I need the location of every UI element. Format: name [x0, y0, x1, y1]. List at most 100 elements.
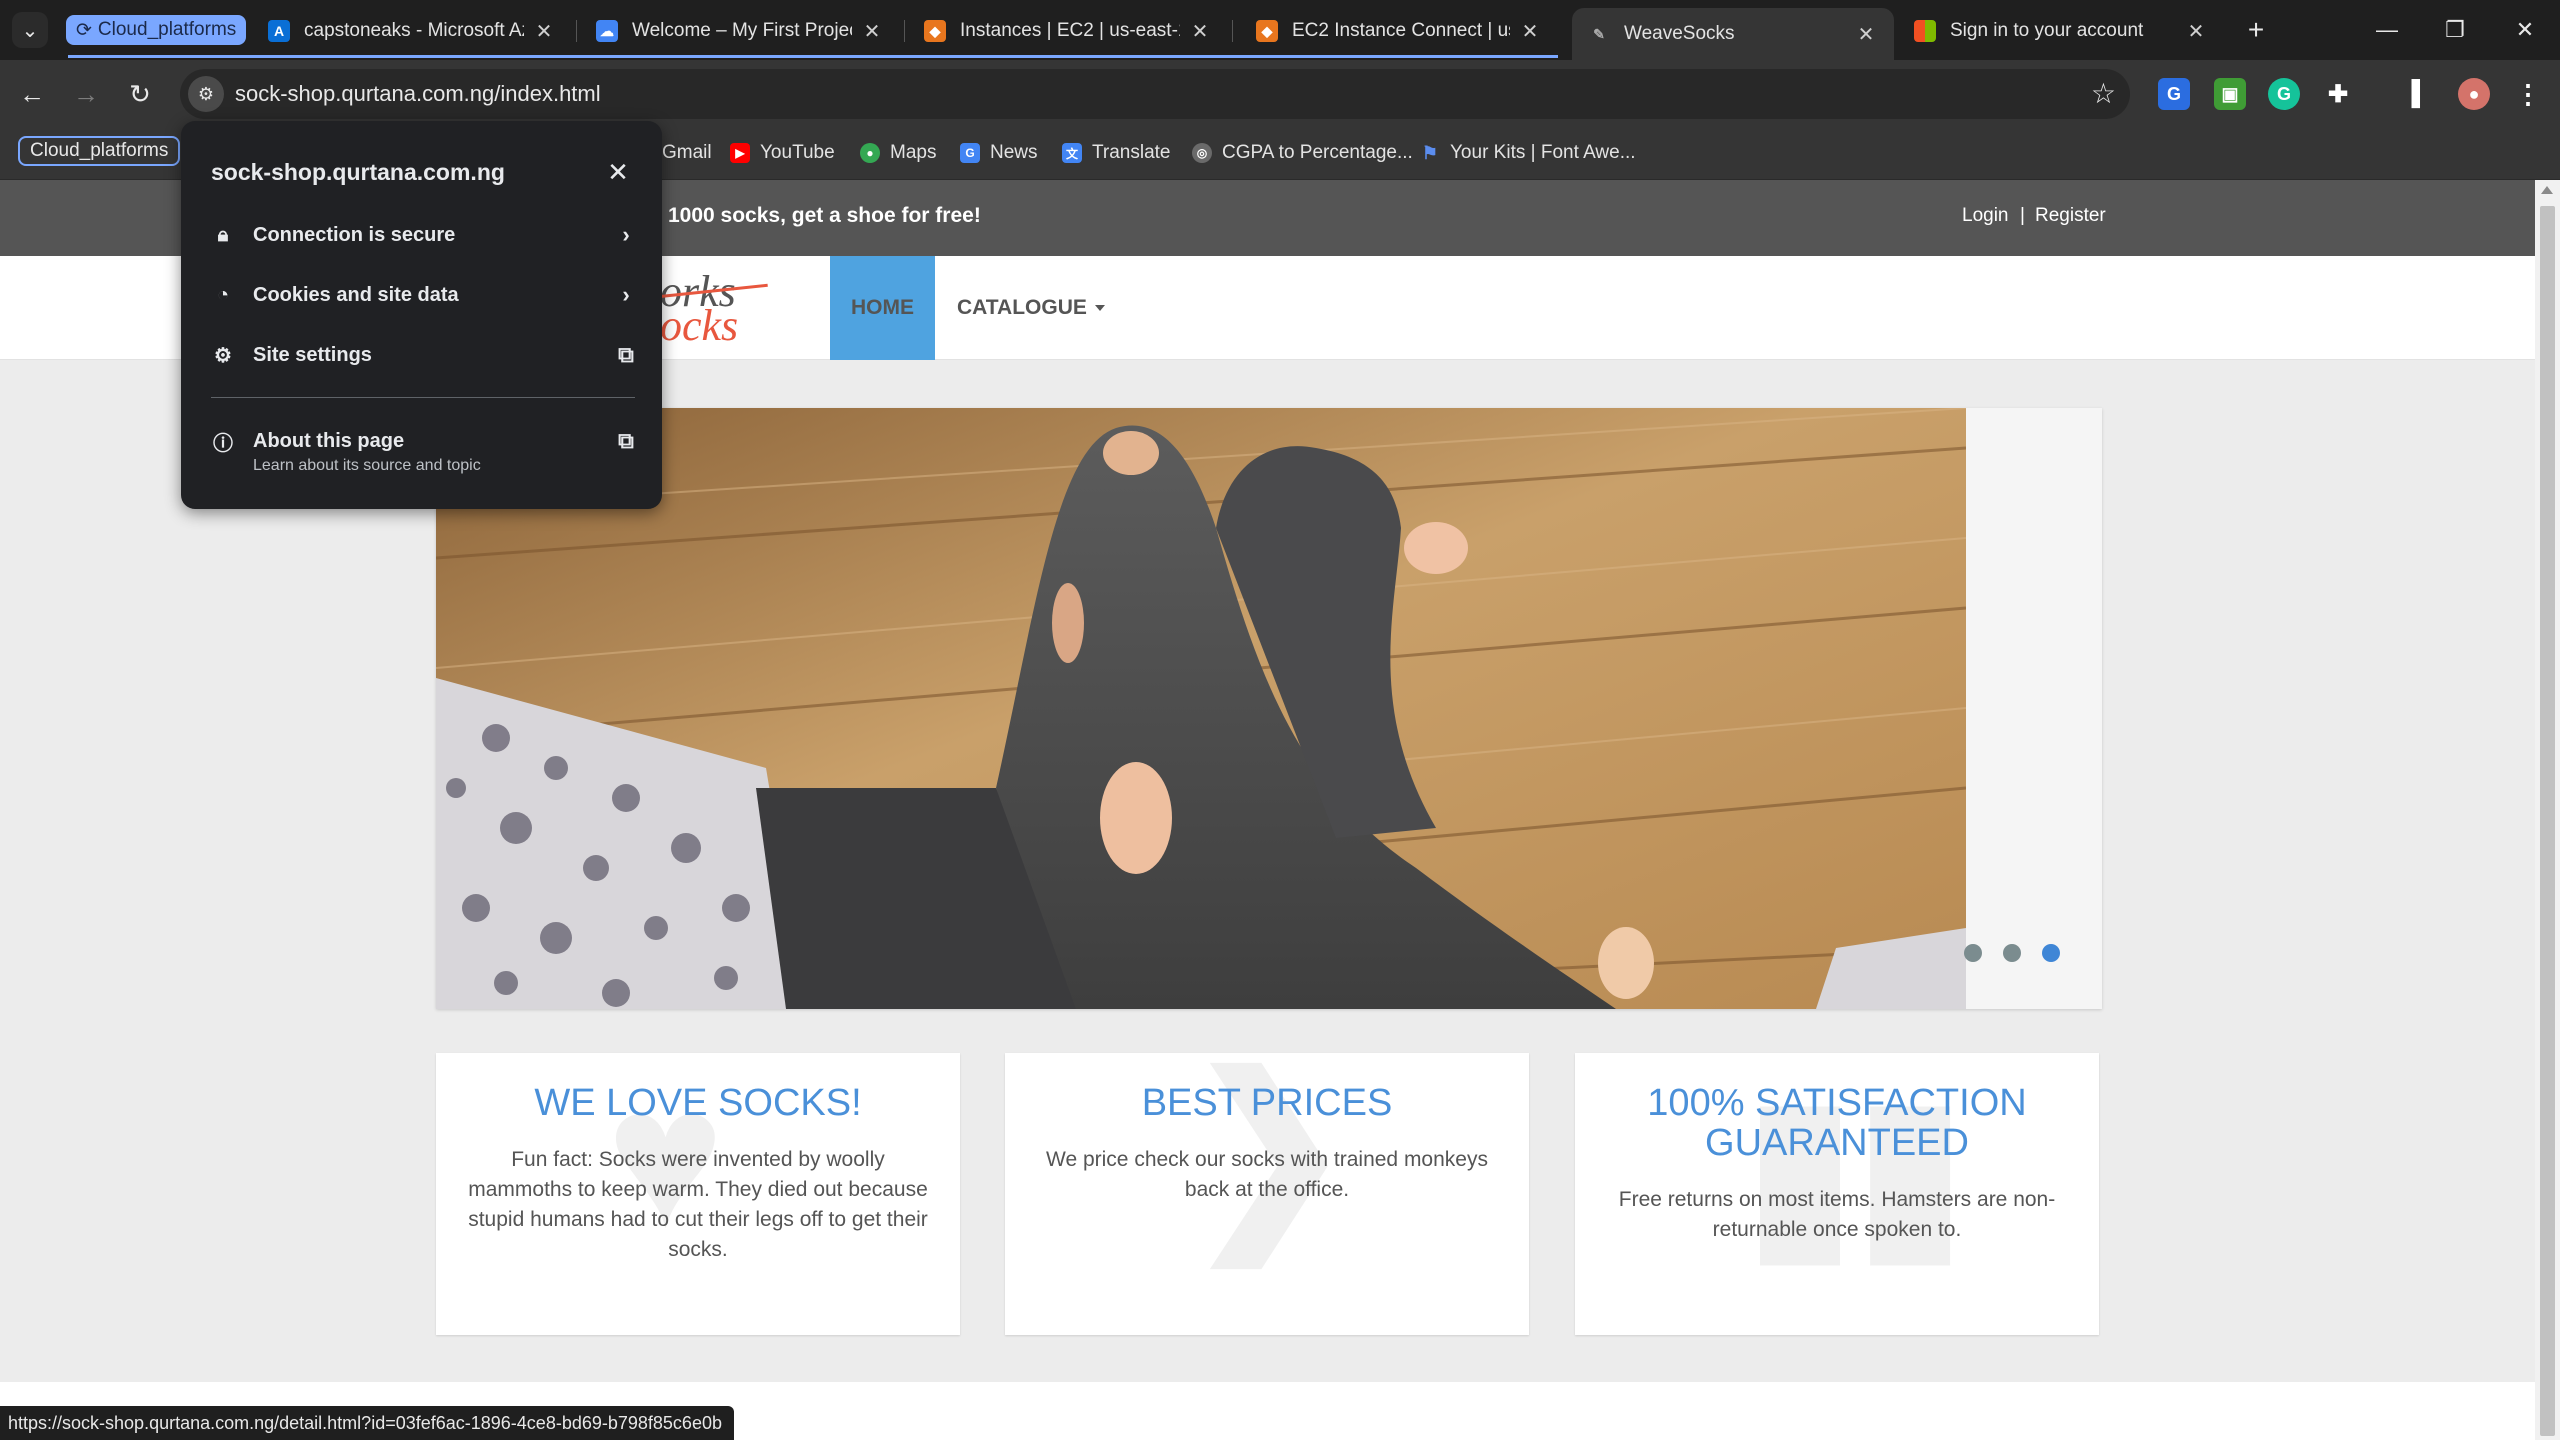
tab-ec2-instances[interactable]: ◆ Instances | EC2 | us-east-1 ✕: [908, 8, 1228, 54]
google-translate-extension-icon[interactable]: G: [2158, 78, 2190, 110]
info-icon: ⓘ: [213, 432, 233, 455]
carousel-dot-2[interactable]: [2003, 944, 2021, 962]
close-icon[interactable]: ✕: [860, 19, 884, 44]
feature-title: WE LOVE SOCKS!: [534, 1082, 862, 1124]
bookmark-maps[interactable]: ● Maps: [860, 138, 936, 168]
tab-title: EC2 Instance Connect | us-ea: [1292, 20, 1510, 41]
bookmark-star-icon[interactable]: ☆: [2091, 77, 2116, 110]
chevron-right-icon: ›: [622, 282, 630, 307]
feature-title: 100% SATISFACTION GUARANTEED: [1647, 1082, 2027, 1164]
close-icon[interactable]: ✕: [1854, 22, 1878, 47]
extensions-puzzle-icon[interactable]: ✚: [2322, 78, 2354, 110]
bookmark-group-chip[interactable]: Cloud_platforms: [18, 136, 181, 166]
page-scrollbar[interactable]: [2535, 180, 2560, 1440]
maps-icon: ●: [860, 143, 880, 163]
bookmark-label: Your Kits | Font Awe...: [1450, 142, 1636, 163]
scroll-up-arrow-icon[interactable]: [2541, 186, 2553, 194]
restore-icon[interactable]: ❐: [2430, 10, 2480, 50]
close-icon[interactable]: ✕: [1188, 19, 1212, 44]
close-icon[interactable]: ✕: [532, 19, 556, 44]
bookmark-label: YouTube: [760, 142, 835, 163]
aws-icon: ◆: [924, 20, 946, 42]
side-panel-icon[interactable]: ▌: [2404, 78, 2436, 110]
login-link[interactable]: Login: [1962, 205, 2009, 227]
connection-secure-row[interactable]: 🔒︎ Connection is secure ›: [211, 213, 641, 257]
status-bar-url: https://sock-shop.qurtana.com.ng/detail.…: [0, 1406, 734, 1440]
lock-icon: 🔒︎: [217, 223, 229, 246]
row-label: Connection is secure: [253, 223, 456, 246]
site-settings-row[interactable]: ⚙ Site settings ⧉: [211, 333, 641, 377]
aws-icon: ◆: [1256, 20, 1278, 42]
feature-card-love-socks: ♥ WE LOVE SOCKS! Fun fact: Socks were in…: [436, 1053, 960, 1335]
menu-kebab-icon[interactable]: ⋮: [2512, 78, 2544, 110]
translate-icon: 文: [1062, 143, 1082, 163]
popup-site-title: sock-shop.qurtana.com.ng: [211, 159, 505, 185]
tab-google-cloud[interactable]: ☁ Welcome – My First Project ✕: [580, 8, 900, 54]
cookie-icon: ◔: [216, 283, 230, 306]
close-icon[interactable]: ✕: [2184, 19, 2208, 44]
scroll-thumb[interactable]: [2540, 206, 2555, 1436]
azure-icon: A: [268, 20, 290, 42]
link-icon: ⟳: [76, 19, 92, 41]
tab-title: Welcome – My First Project: [632, 20, 852, 41]
android-extension-icon[interactable]: ▣: [2214, 78, 2246, 110]
hero-carousel[interactable]: [436, 408, 2102, 1009]
socks-illustration: [436, 408, 1966, 1009]
bookmark-font-awesome[interactable]: ⚑ Your Kits | Font Awe...: [1420, 138, 1636, 168]
flag-icon: ⚑: [1421, 142, 1439, 163]
microsoft-icon: [1914, 20, 1936, 42]
url-text[interactable]: sock-shop.qurtana.com.ng/index.html: [235, 81, 601, 107]
site-info-tune-icon[interactable]: ⚙: [188, 76, 224, 112]
caret-down-icon: [1094, 305, 1105, 312]
tab-search-chevron-icon[interactable]: ⌄: [12, 12, 48, 48]
bookmark-news[interactable]: G News: [960, 138, 1038, 168]
feature-text: Free returns on most items. Hamsters are…: [1618, 1188, 2056, 1241]
forward-arrow-icon[interactable]: →: [66, 74, 106, 114]
tab-group-chip[interactable]: ⟳ Cloud_platforms: [66, 15, 247, 45]
tab-ec2-connect[interactable]: ◆ EC2 Instance Connect | us-ea ✕: [1240, 8, 1558, 54]
tab-azure[interactable]: A capstoneaks - Microsoft Azu ✕: [252, 8, 572, 54]
globe-icon: ◎: [1192, 143, 1212, 163]
bookmark-label: Gmail: [662, 142, 712, 163]
external-link-icon: ⧉: [618, 342, 634, 367]
nav-home[interactable]: HOME: [830, 256, 935, 360]
popup-divider: [211, 397, 635, 398]
feature-card-best-prices: ❯ BEST PRICES We price check our socks w…: [1005, 1053, 1529, 1335]
tab-separator: [1232, 20, 1233, 42]
window-close-icon[interactable]: ✕: [2500, 10, 2550, 50]
tab-weavesocks[interactable]: ✎ WeaveSocks ✕: [1572, 8, 1894, 60]
feature-text: Fun fact: Socks were invented by woolly …: [468, 1148, 928, 1261]
address-bar[interactable]: ⚙ sock-shop.qurtana.com.ng/index.html ☆: [180, 69, 2130, 119]
carousel-dot-1[interactable]: [1964, 944, 1982, 962]
youtube-icon: ▶: [730, 143, 750, 163]
feature-text: We price check our socks with trained mo…: [1046, 1148, 1488, 1201]
feature-card-satisfaction: ▮▮ 100% SATISFACTION GUARANTEED Free ret…: [1575, 1053, 2099, 1335]
reload-icon[interactable]: ↻: [120, 74, 160, 114]
new-tab-plus-icon[interactable]: +: [2238, 12, 2274, 48]
bookmark-cgpa[interactable]: ◎ CGPA to Percentage...: [1192, 138, 1413, 168]
close-icon[interactable]: ✕: [1518, 19, 1542, 44]
about-page-subtitle: Learn about its source and topic: [253, 457, 481, 474]
back-arrow-icon[interactable]: ←: [12, 74, 52, 114]
offer-text[interactable]: 1000 socks, get a shoe for free!: [668, 204, 981, 228]
cookies-site-data-row[interactable]: ◔ Cookies and site data ›: [211, 273, 641, 317]
row-label: Cookies and site data: [253, 283, 459, 306]
close-icon[interactable]: ✕: [601, 155, 635, 189]
minimize-icon[interactable]: —: [2362, 10, 2412, 50]
carousel-dot-3[interactable]: [2042, 944, 2060, 962]
tab-separator: [904, 20, 905, 42]
register-link[interactable]: Register: [2035, 205, 2106, 227]
tab-separator: [576, 20, 577, 42]
bookmark-youtube[interactable]: ▶ YouTube: [730, 138, 835, 168]
tab-microsoft-signin[interactable]: Sign in to your account ✕: [1898, 8, 2224, 54]
nav-catalogue[interactable]: CATALOGUE: [957, 296, 1105, 320]
login-separator: |: [2020, 205, 2025, 226]
logo-line2: ocks: [660, 301, 739, 350]
grammarly-icon[interactable]: G: [2268, 78, 2300, 110]
chevron-right-icon: ›: [622, 222, 630, 247]
avatar[interactable]: ●: [2458, 78, 2490, 110]
browser-toolbar: ← → ↻ ⚙ sock-shop.qurtana.com.ng/index.h…: [0, 60, 2560, 128]
tab-title: Sign in to your account: [1950, 20, 2144, 41]
nav-catalogue-label: CATALOGUE: [957, 296, 1087, 319]
bookmark-translate[interactable]: 文 Translate: [1062, 138, 1171, 168]
